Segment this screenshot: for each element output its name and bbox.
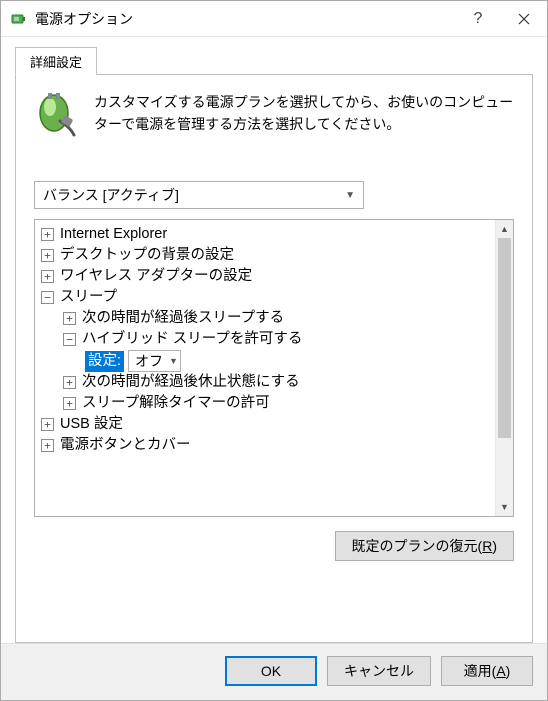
expand-icon[interactable]: + — [41, 418, 54, 431]
scroll-down-icon[interactable]: ▼ — [496, 498, 513, 516]
tree-item[interactable]: + 次の時間が経過後休止状態にする — [39, 372, 495, 393]
tree-label: USB 設定 — [60, 414, 123, 435]
ok-button[interactable]: OK — [225, 656, 317, 686]
settings-tree-container: + Internet Explorer + デスクトップの背景の設定 + ワイヤ… — [34, 219, 514, 517]
scroll-up-icon[interactable]: ▲ — [496, 220, 513, 238]
tree-item[interactable]: + USB 設定 — [39, 414, 495, 435]
collapse-icon[interactable]: − — [63, 333, 76, 346]
tree-label: Internet Explorer — [60, 224, 167, 245]
tree-label: 電源ボタンとカバー — [60, 435, 191, 456]
battery-plug-icon — [34, 91, 80, 137]
battery-icon — [9, 10, 27, 28]
window-title: 電源オプション — [35, 9, 455, 29]
tree-item[interactable]: + デスクトップの背景の設定 — [39, 245, 495, 266]
chevron-down-icon: ▼ — [169, 355, 178, 368]
tree-label: 次の時間が経過後スリープする — [82, 308, 284, 329]
tree-item[interactable]: + ワイヤレス アダプターの設定 — [39, 266, 495, 287]
cancel-button[interactable]: キャンセル — [327, 656, 431, 686]
settings-tree[interactable]: + Internet Explorer + デスクトップの背景の設定 + ワイヤ… — [35, 220, 495, 516]
tree-setting-row: 設定: オフ ▼ — [39, 350, 495, 372]
tree-item[interactable]: + Internet Explorer — [39, 224, 495, 245]
tree-item-sleep[interactable]: − スリープ — [39, 287, 495, 308]
scroll-thumb[interactable] — [498, 238, 511, 438]
tree-item[interactable]: + スリープ解除タイマーの許可 — [39, 393, 495, 414]
apply-button[interactable]: 適用(A) — [441, 656, 533, 686]
tree-label: デスクトップの背景の設定 — [60, 245, 234, 266]
collapse-icon[interactable]: − — [41, 291, 54, 304]
tree-label: スリープ解除タイマーの許可 — [82, 393, 270, 414]
expand-icon[interactable]: + — [63, 376, 76, 389]
intro-text: カスタマイズする電源プランを選択してから、お使いのコンピューターで電源を管理する… — [94, 91, 514, 136]
power-options-dialog: 電源オプション ? 詳細設定 — [0, 0, 548, 701]
tree-item[interactable]: + 電源ボタンとカバー — [39, 435, 495, 456]
expand-icon[interactable]: + — [41, 249, 54, 262]
client-area: 詳細設定 カスタマイズする電源プランを選択してから、お使いのコンピューターで電源… — [1, 37, 547, 643]
setting-value-select[interactable]: オフ ▼ — [128, 350, 181, 372]
tree-item[interactable]: + 次の時間が経過後スリープする — [39, 308, 495, 329]
titlebar: 電源オプション ? — [1, 1, 547, 37]
tab-strip: 詳細設定 — [15, 47, 533, 75]
tree-label: スリープ — [60, 287, 117, 308]
tree-label: ワイヤレス アダプターの設定 — [60, 266, 252, 287]
scrollbar[interactable]: ▲ ▼ — [495, 220, 513, 516]
expand-icon[interactable]: + — [41, 270, 54, 283]
scroll-track[interactable] — [496, 238, 513, 498]
tree-label: 次の時間が経過後休止状態にする — [82, 372, 300, 393]
setting-label: 設定: — [85, 351, 124, 372]
chevron-down-icon: ▼ — [345, 190, 355, 201]
dialog-footer: OK キャンセル 適用(A) — [1, 643, 547, 700]
setting-value: オフ — [135, 351, 163, 371]
tree-label: ハイブリッド スリープを許可する — [82, 329, 302, 350]
help-button[interactable]: ? — [455, 2, 501, 36]
tree-item-hybrid-sleep[interactable]: − ハイブリッド スリープを許可する — [39, 329, 495, 350]
expand-icon[interactable]: + — [41, 228, 54, 241]
close-button[interactable] — [501, 2, 547, 36]
power-plan-select[interactable]: バランス [アクティブ] ▼ — [34, 181, 364, 209]
power-plan-value: バランス [アクティブ] — [43, 185, 179, 205]
tab-advanced[interactable]: 詳細設定 — [15, 47, 97, 75]
expand-icon[interactable]: + — [41, 439, 54, 452]
restore-defaults-button[interactable]: 既定のプランの復元(R) — [335, 531, 514, 561]
tab-panel: カスタマイズする電源プランを選択してから、お使いのコンピューターで電源を管理する… — [15, 75, 533, 643]
expand-icon[interactable]: + — [63, 312, 76, 325]
expand-icon[interactable]: + — [63, 397, 76, 410]
